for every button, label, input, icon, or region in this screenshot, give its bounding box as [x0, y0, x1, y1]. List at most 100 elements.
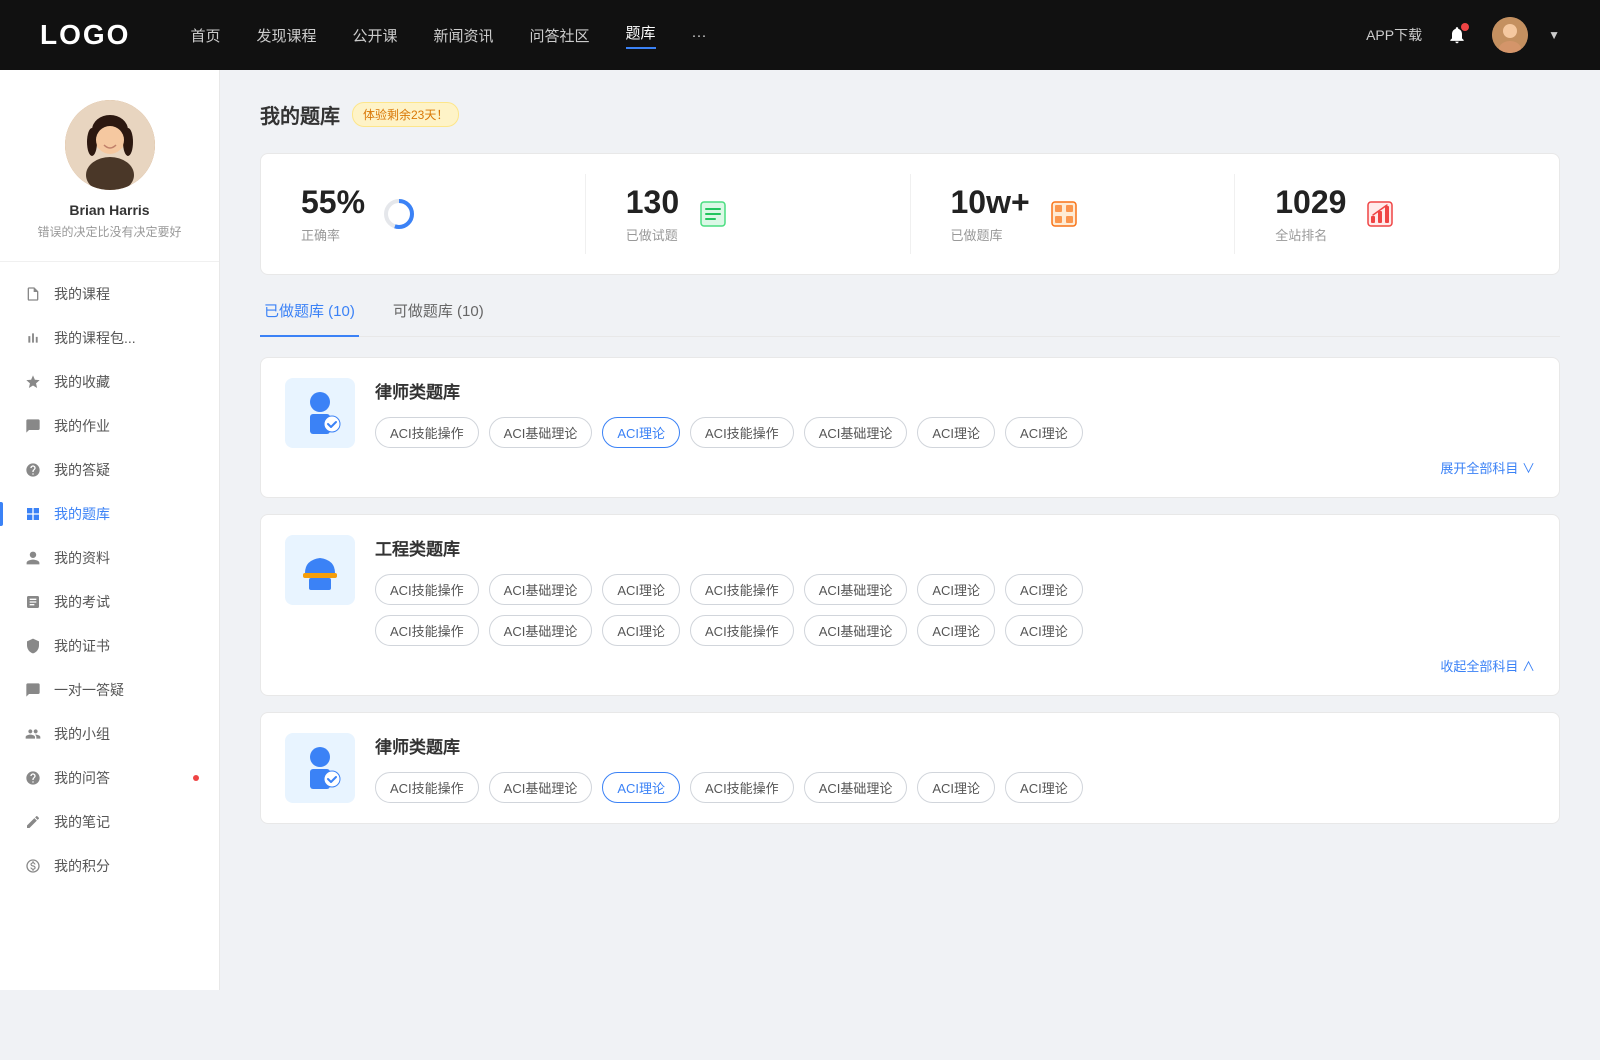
tag-eng-5[interactable]: ACI理论 — [917, 574, 995, 605]
sidebar: Brian Harris 错误的决定比没有决定要好 我的课程 我的课程包... — [0, 70, 220, 990]
sidebar-item-1v1[interactable]: 一对一答疑 — [0, 668, 219, 712]
group-icon — [24, 725, 42, 743]
sidebar-label-favorites: 我的收藏 — [54, 372, 110, 392]
sidebar-item-group[interactable]: 我的小组 — [0, 712, 219, 756]
tag-lawyer2-1[interactable]: ACI基础理论 — [489, 772, 593, 803]
tag-eng2-6[interactable]: ACI理论 — [1005, 615, 1083, 646]
sidebar-label-course-pkg: 我的课程包... — [54, 328, 136, 348]
sidebar-label-1v1: 一对一答疑 — [54, 680, 124, 700]
sidebar-item-cert[interactable]: 我的证书 — [0, 624, 219, 668]
nav-qbank[interactable]: 题库 — [626, 22, 656, 49]
lawyer-icon-svg — [295, 388, 345, 438]
tag-eng2-1[interactable]: ACI基础理论 — [489, 615, 593, 646]
sidebar-item-favorites[interactable]: 我的收藏 — [0, 360, 219, 404]
bank-card-lawyer-1: 律师类题库 ACI技能操作 ACI基础理论 ACI理论 ACI技能操作 ACI基… — [260, 357, 1560, 498]
sidebar-item-homework[interactable]: 我的作业 — [0, 404, 219, 448]
tag-lawyer-3[interactable]: ACI技能操作 — [690, 417, 794, 448]
tag-eng2-0[interactable]: ACI技能操作 — [375, 615, 479, 646]
grid-icon — [24, 505, 42, 523]
bank-info-lawyer2: 律师类题库 ACI技能操作 ACI基础理论 ACI理论 ACI技能操作 ACI基… — [375, 733, 1535, 803]
sidebar-item-myqa[interactable]: 我的问答 — [0, 756, 219, 800]
tag-lawyer-5[interactable]: ACI理论 — [917, 417, 995, 448]
red-chart-icon — [1362, 196, 1398, 232]
bank-card-header-eng: 工程类题库 ACI技能操作 ACI基础理论 ACI理论 ACI技能操作 ACI基… — [285, 535, 1535, 646]
bank-icon-lawyer — [285, 378, 355, 448]
stat-done-questions: 130 已做试题 — [586, 174, 911, 254]
nav-qa[interactable]: 问答社区 — [530, 25, 590, 46]
tag-lawyer2-3[interactable]: ACI技能操作 — [690, 772, 794, 803]
homework-icon — [24, 417, 42, 435]
sidebar-item-qbank[interactable]: 我的题库 — [0, 492, 219, 536]
sidebar-label-homework: 我的作业 — [54, 416, 110, 436]
nav-open-course[interactable]: 公开课 — [352, 25, 397, 46]
sidebar-item-exam[interactable]: 我的考试 — [0, 580, 219, 624]
tag-lawyer-1[interactable]: ACI基础理论 — [489, 417, 593, 448]
sidebar-avatar-svg — [65, 100, 155, 190]
sidebar-profile: Brian Harris 错误的决定比没有决定要好 — [0, 100, 219, 262]
sidebar-item-notes[interactable]: 我的笔记 — [0, 800, 219, 844]
list-svg — [699, 200, 727, 228]
tag-lawyer2-4[interactable]: ACI基础理论 — [804, 772, 908, 803]
stat-done-questions-values: 130 已做试题 — [626, 184, 679, 244]
tag-eng-1[interactable]: ACI基础理论 — [489, 574, 593, 605]
tag-eng2-3[interactable]: ACI技能操作 — [690, 615, 794, 646]
sidebar-item-qa[interactable]: 我的答疑 — [0, 448, 219, 492]
sidebar-item-course[interactable]: 我的课程 — [0, 272, 219, 316]
sidebar-label-notes: 我的笔记 — [54, 812, 110, 832]
app-download-btn[interactable]: APP下载 — [1366, 25, 1422, 45]
tag-lawyer2-6[interactable]: ACI理论 — [1005, 772, 1083, 803]
tag-eng-3[interactable]: ACI技能操作 — [690, 574, 794, 605]
avatar-chevron[interactable]: ▼ — [1548, 28, 1560, 42]
sidebar-item-points[interactable]: 我的积分 — [0, 844, 219, 888]
nav-right: APP下载 ▼ — [1366, 17, 1560, 53]
sidebar-item-course-pkg[interactable]: 我的课程包... — [0, 316, 219, 360]
logo: LOGO — [40, 19, 130, 51]
sidebar-username: Brian Harris — [69, 202, 149, 218]
bank-card-engineer: 工程类题库 ACI技能操作 ACI基础理论 ACI理论 ACI技能操作 ACI基… — [260, 514, 1560, 696]
bank-expand-engineer[interactable]: 收起全部科目 ∧ — [285, 656, 1535, 675]
sidebar-label-profile: 我的资料 — [54, 548, 110, 568]
table-svg — [1050, 200, 1078, 228]
ranking-svg — [1366, 200, 1394, 228]
avatar-image — [1492, 17, 1528, 53]
notification-bell[interactable] — [1442, 20, 1472, 50]
stat-label-ranking: 全站排名 — [1275, 225, 1346, 244]
nav-home[interactable]: 首页 — [190, 25, 220, 46]
tag-eng-4[interactable]: ACI基础理论 — [804, 574, 908, 605]
tag-lawyer2-0[interactable]: ACI技能操作 — [375, 772, 479, 803]
stat-value-done: 130 — [626, 184, 679, 221]
sidebar-menu: 我的课程 我的课程包... 我的收藏 我的作业 — [0, 262, 219, 898]
nav-news[interactable]: 新闻资讯 — [434, 25, 494, 46]
tag-lawyer-2[interactable]: ACI理论 — [602, 417, 680, 448]
sidebar-label-qbank: 我的题库 — [54, 504, 110, 524]
nav-more[interactable]: ··· — [692, 27, 707, 44]
tag-eng2-2[interactable]: ACI理论 — [602, 615, 680, 646]
person-outline-icon — [24, 549, 42, 567]
bank-name-lawyer: 律师类题库 — [375, 378, 1535, 403]
my-qa-icon — [24, 769, 42, 787]
tag-lawyer2-2[interactable]: ACI理论 — [602, 772, 680, 803]
tag-eng2-4[interactable]: ACI基础理论 — [804, 615, 908, 646]
tag-lawyer-0[interactable]: ACI技能操作 — [375, 417, 479, 448]
bank-tags-lawyer2: ACI技能操作 ACI基础理论 ACI理论 ACI技能操作 ACI基础理论 AC… — [375, 772, 1535, 803]
tab-todo[interactable]: 可做题库 (10) — [389, 300, 488, 337]
qa-circle-icon — [24, 461, 42, 479]
tabs-row: 已做题库 (10) 可做题库 (10) — [260, 299, 1560, 337]
tab-done[interactable]: 已做题库 (10) — [260, 300, 359, 337]
sidebar-motto: 错误的决定比没有决定要好 — [37, 224, 181, 241]
navbar: LOGO 首页 发现课程 公开课 新闻资讯 问答社区 题库 ··· APP下载 … — [0, 0, 1600, 70]
tag-eng2-5[interactable]: ACI理论 — [917, 615, 995, 646]
tag-lawyer-6[interactable]: ACI理论 — [1005, 417, 1083, 448]
tag-eng-0[interactable]: ACI技能操作 — [375, 574, 479, 605]
tag-eng-2[interactable]: ACI理论 — [602, 574, 680, 605]
bank-name-lawyer2: 律师类题库 — [375, 733, 1535, 758]
stat-label-accuracy: 正确率 — [301, 225, 365, 244]
tag-lawyer-4[interactable]: ACI基础理论 — [804, 417, 908, 448]
sidebar-item-profile[interactable]: 我的资料 — [0, 536, 219, 580]
user-avatar[interactable] — [1492, 17, 1528, 53]
page-wrapper: Brian Harris 错误的决定比没有决定要好 我的课程 我的课程包... — [0, 70, 1600, 990]
tag-lawyer2-5[interactable]: ACI理论 — [917, 772, 995, 803]
bank-expand-lawyer[interactable]: 展开全部科目 ∨ — [285, 458, 1535, 477]
tag-eng-6[interactable]: ACI理论 — [1005, 574, 1083, 605]
nav-discover[interactable]: 发现课程 — [256, 25, 316, 46]
